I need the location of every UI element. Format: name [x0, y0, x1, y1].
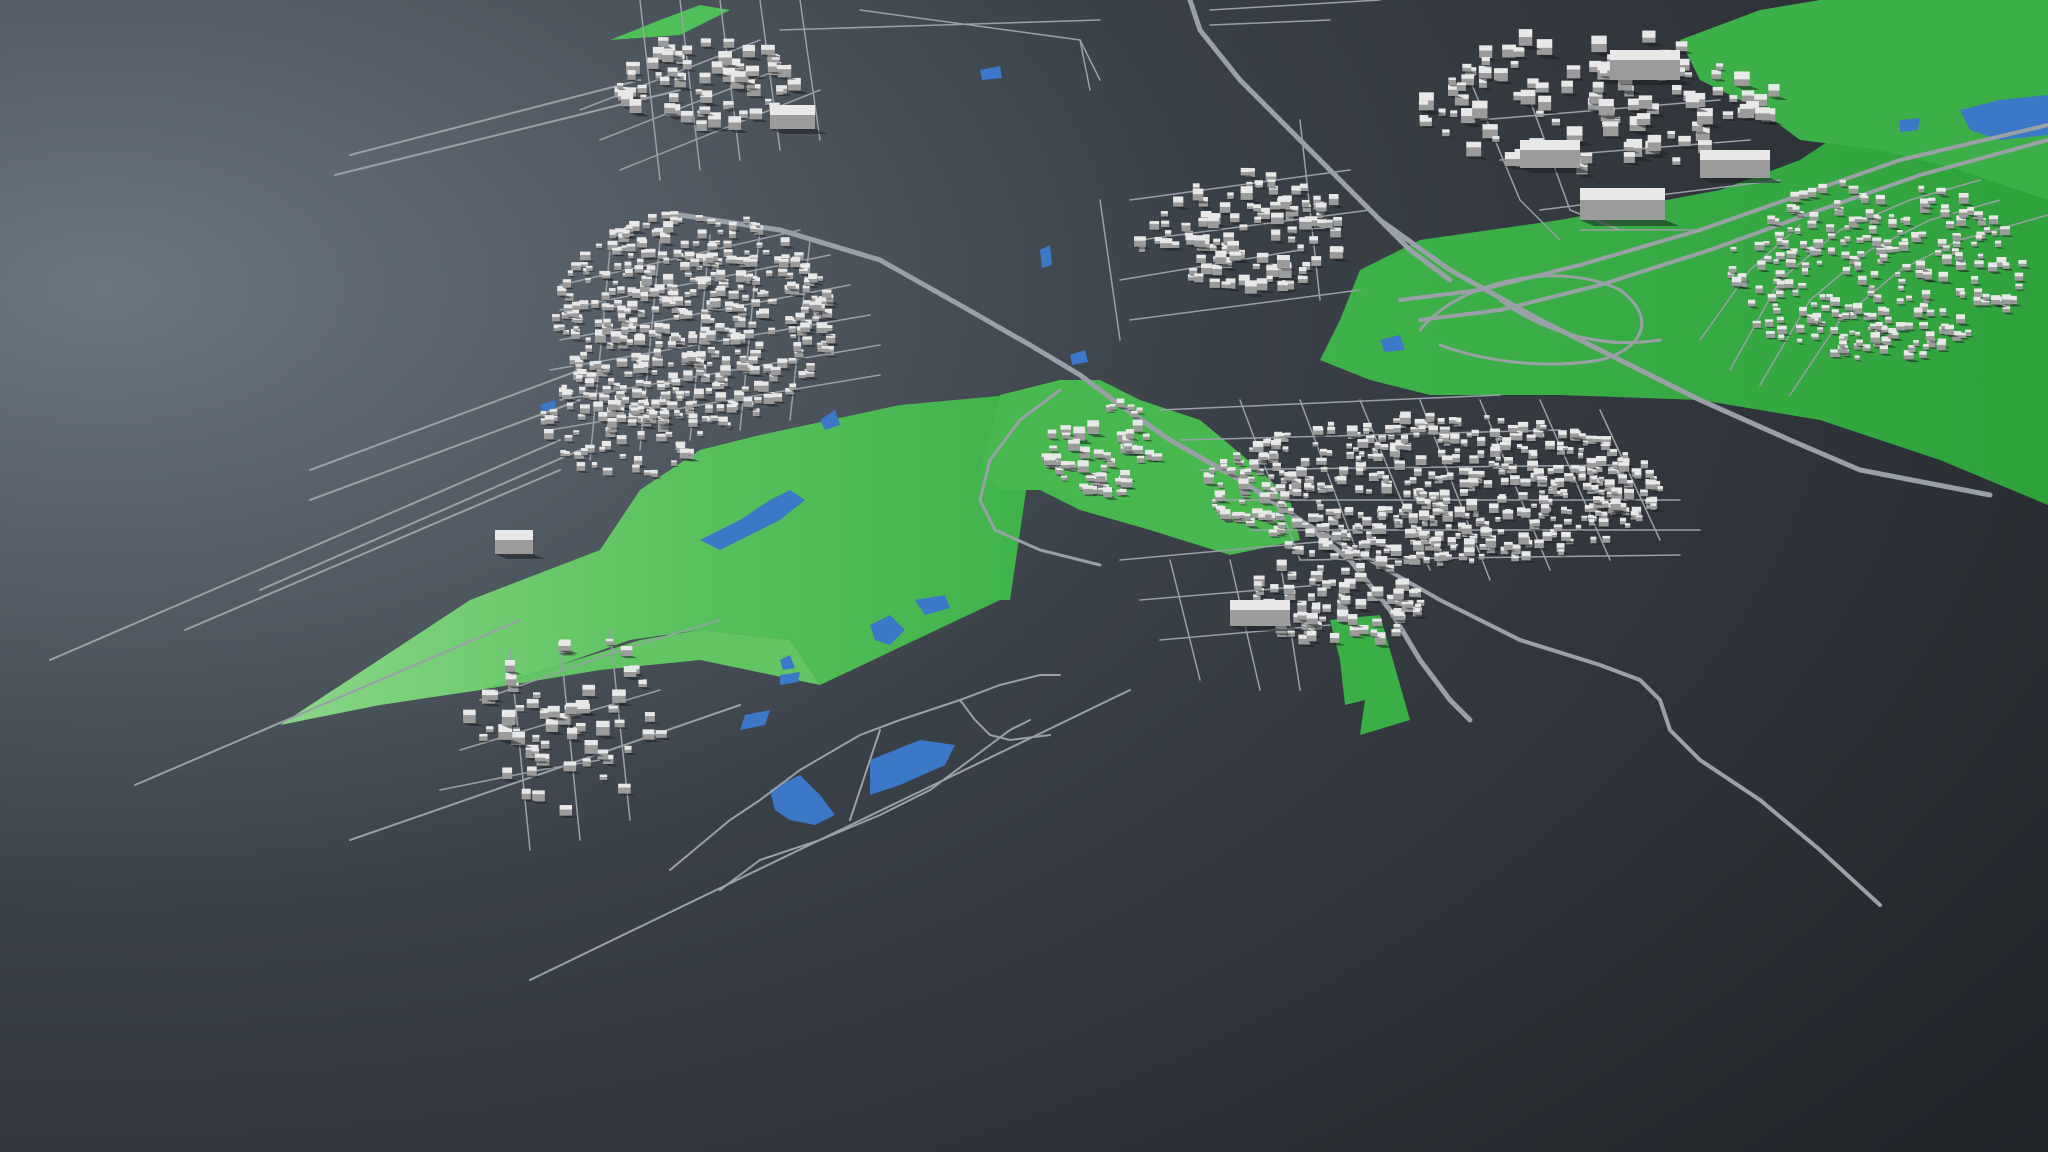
building [1700, 150, 1782, 183]
map-scene [0, 0, 2048, 1152]
building [1580, 188, 1680, 226]
lake-13 [1900, 118, 1920, 132]
building [1610, 50, 1692, 85]
